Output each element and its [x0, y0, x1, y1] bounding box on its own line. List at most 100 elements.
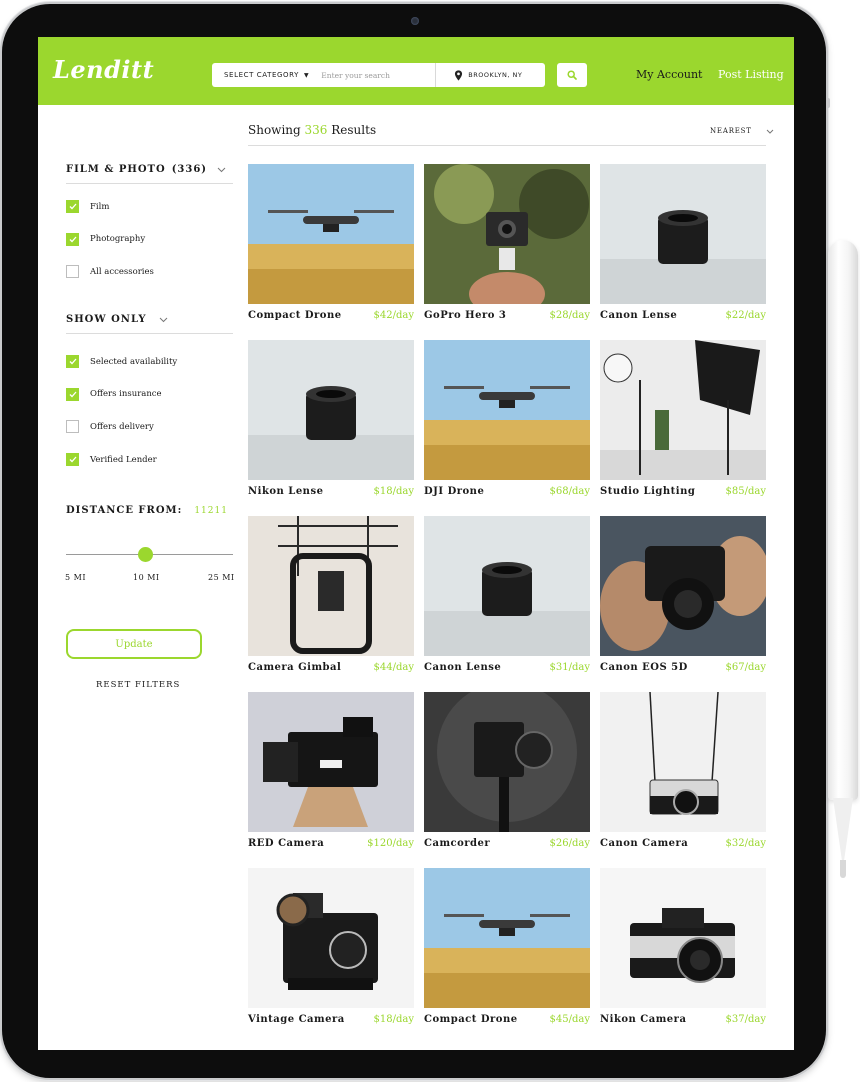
listing-image[interactable] [248, 164, 414, 304]
search-input[interactable] [317, 63, 436, 87]
listing-title[interactable]: Nikon Camera [600, 1014, 686, 1025]
search-icon [567, 70, 577, 80]
camcorder-photo [424, 692, 590, 832]
divider [248, 145, 766, 146]
listing-title[interactable]: GoPro Hero 3 [424, 310, 506, 321]
app-screen: Lenditt SELECT CATEGORY ▼ BROOKLYN, NY [38, 37, 794, 1050]
update-button[interactable]: Update [66, 629, 202, 659]
listing-title[interactable]: Studio Lighting [600, 486, 695, 497]
listing-card[interactable]: Canon Lense $22/day [600, 164, 766, 334]
logo[interactable]: Lenditt [53, 55, 154, 84]
listing-title[interactable]: RED Camera [248, 838, 324, 849]
cinema-camera-photo [248, 692, 414, 832]
filter-option[interactable]: Film [66, 200, 109, 213]
checkbox[interactable] [66, 387, 79, 401]
distance-heading: DISTANCE FROM: 11211 [66, 505, 228, 516]
listing-image[interactable] [248, 692, 414, 832]
listing-price: $45/day [549, 1014, 590, 1025]
listing-card[interactable]: Nikon Camera $37/day [600, 868, 766, 1038]
listing-card[interactable]: Compact Drone $42/day [248, 164, 414, 334]
listing-card[interactable]: Vintage Camera $18/day [248, 868, 414, 1038]
listing-card[interactable]: Compact Drone $45/day [424, 868, 590, 1038]
listing-title[interactable]: Compact Drone [424, 1014, 518, 1025]
listing-title[interactable]: Vintage Camera [248, 1014, 345, 1025]
listing-title[interactable]: Nikon Lense [248, 486, 323, 497]
listing-card[interactable]: Canon Lense $31/day [424, 516, 590, 686]
gimbal-photo [248, 516, 414, 656]
listing-image[interactable] [424, 164, 590, 304]
sort-select[interactable]: NEAREST [710, 127, 774, 135]
checkbox[interactable] [66, 453, 79, 467]
listing-image[interactable] [248, 516, 414, 656]
checkmark-icon [69, 358, 76, 365]
listing-card[interactable]: Canon Camera $32/day [600, 692, 766, 862]
checkbox[interactable] [66, 200, 79, 213]
zip-code[interactable]: 11211 [194, 506, 228, 516]
filter-option-label: Photography [90, 234, 146, 244]
listing-image[interactable] [600, 164, 766, 304]
listing-image[interactable] [600, 340, 766, 480]
listing-card[interactable]: DJI Drone $68/day [424, 340, 590, 510]
listing-card[interactable]: GoPro Hero 3 $28/day [424, 164, 590, 334]
category-select-label: SELECT CATEGORY [224, 71, 300, 79]
drone-photo [424, 340, 590, 480]
listing-title[interactable]: Compact Drone [248, 310, 342, 321]
listing-title[interactable]: Camcorder [424, 838, 490, 849]
listing-title[interactable]: Canon Lense [424, 662, 501, 673]
listing-price: $67/day [725, 662, 766, 673]
listing-price: $44/day [373, 662, 414, 673]
listing-image[interactable] [248, 868, 414, 1008]
listing-title[interactable]: Canon EOS 5D [600, 662, 688, 673]
tablet-frame: Lenditt SELECT CATEGORY ▼ BROOKLYN, NY [2, 4, 826, 1078]
listing-title[interactable]: Camera Gimbal [248, 662, 341, 673]
listing-image[interactable] [600, 692, 766, 832]
reset-filters-link[interactable]: RESET FILTERS [96, 680, 180, 690]
listing-card[interactable]: Camcorder $26/day [424, 692, 590, 862]
listing-card[interactable]: Canon EOS 5D $67/day [600, 516, 766, 686]
drone-photo [248, 164, 414, 304]
listing-image[interactable] [600, 868, 766, 1008]
sort-label: NEAREST [710, 127, 752, 135]
listing-title[interactable]: Canon Camera [600, 838, 688, 849]
category-heading-label: FILM & PHOTO [66, 164, 166, 175]
listing-card[interactable]: Studio Lighting $85/day [600, 340, 766, 510]
distance-heading-label: DISTANCE FROM: [66, 505, 183, 516]
filter-option[interactable]: Offers delivery [66, 420, 154, 434]
listing-image[interactable] [424, 340, 590, 480]
listing-card[interactable]: RED Camera $120/day [248, 692, 414, 862]
category-filter-heading[interactable]: FILM & PHOTO (336) [66, 164, 226, 175]
filter-option[interactable]: All accessories [66, 265, 154, 278]
filter-option[interactable]: Photography [66, 232, 146, 246]
listing-image[interactable] [424, 516, 590, 656]
listing-image[interactable] [424, 868, 590, 1008]
checkbox[interactable] [66, 420, 79, 434]
listing-title[interactable]: DJI Drone [424, 486, 484, 497]
lens-photo [424, 516, 590, 656]
listing-image[interactable] [600, 516, 766, 656]
category-select[interactable]: SELECT CATEGORY ▼ [212, 63, 317, 87]
filter-option-label: Verified Lender [90, 454, 157, 465]
checkmark-icon [69, 391, 76, 398]
distance-slider-thumb[interactable] [138, 547, 153, 562]
my-account-link[interactable]: My Account [636, 68, 702, 81]
listing-card[interactable]: Nikon Lense $18/day [248, 340, 414, 510]
listing-card[interactable]: Camera Gimbal $44/day [248, 516, 414, 686]
filter-option[interactable]: Offers insurance [66, 387, 162, 401]
checkbox[interactable] [66, 265, 79, 278]
location-field[interactable]: BROOKLYN, NY [435, 63, 522, 87]
listing-price: $42/day [373, 310, 414, 321]
checkbox[interactable] [66, 232, 79, 246]
search-button[interactable] [557, 63, 587, 87]
filter-option[interactable]: Verified Lender [66, 453, 157, 467]
listing-price: $22/day [725, 310, 766, 321]
listing-title[interactable]: Canon Lense [600, 310, 677, 321]
post-listing-link[interactable]: Post Listing [718, 68, 784, 81]
listing-price: $85/day [725, 486, 766, 497]
checkbox[interactable] [66, 355, 79, 368]
filter-option[interactable]: Selected availability [66, 355, 177, 368]
listing-image[interactable] [424, 692, 590, 832]
listing-image[interactable] [248, 340, 414, 480]
show-only-heading[interactable]: SHOW ONLY [66, 314, 168, 325]
distance-mark: 10 MI [133, 573, 160, 582]
checkmark-icon [69, 236, 76, 242]
